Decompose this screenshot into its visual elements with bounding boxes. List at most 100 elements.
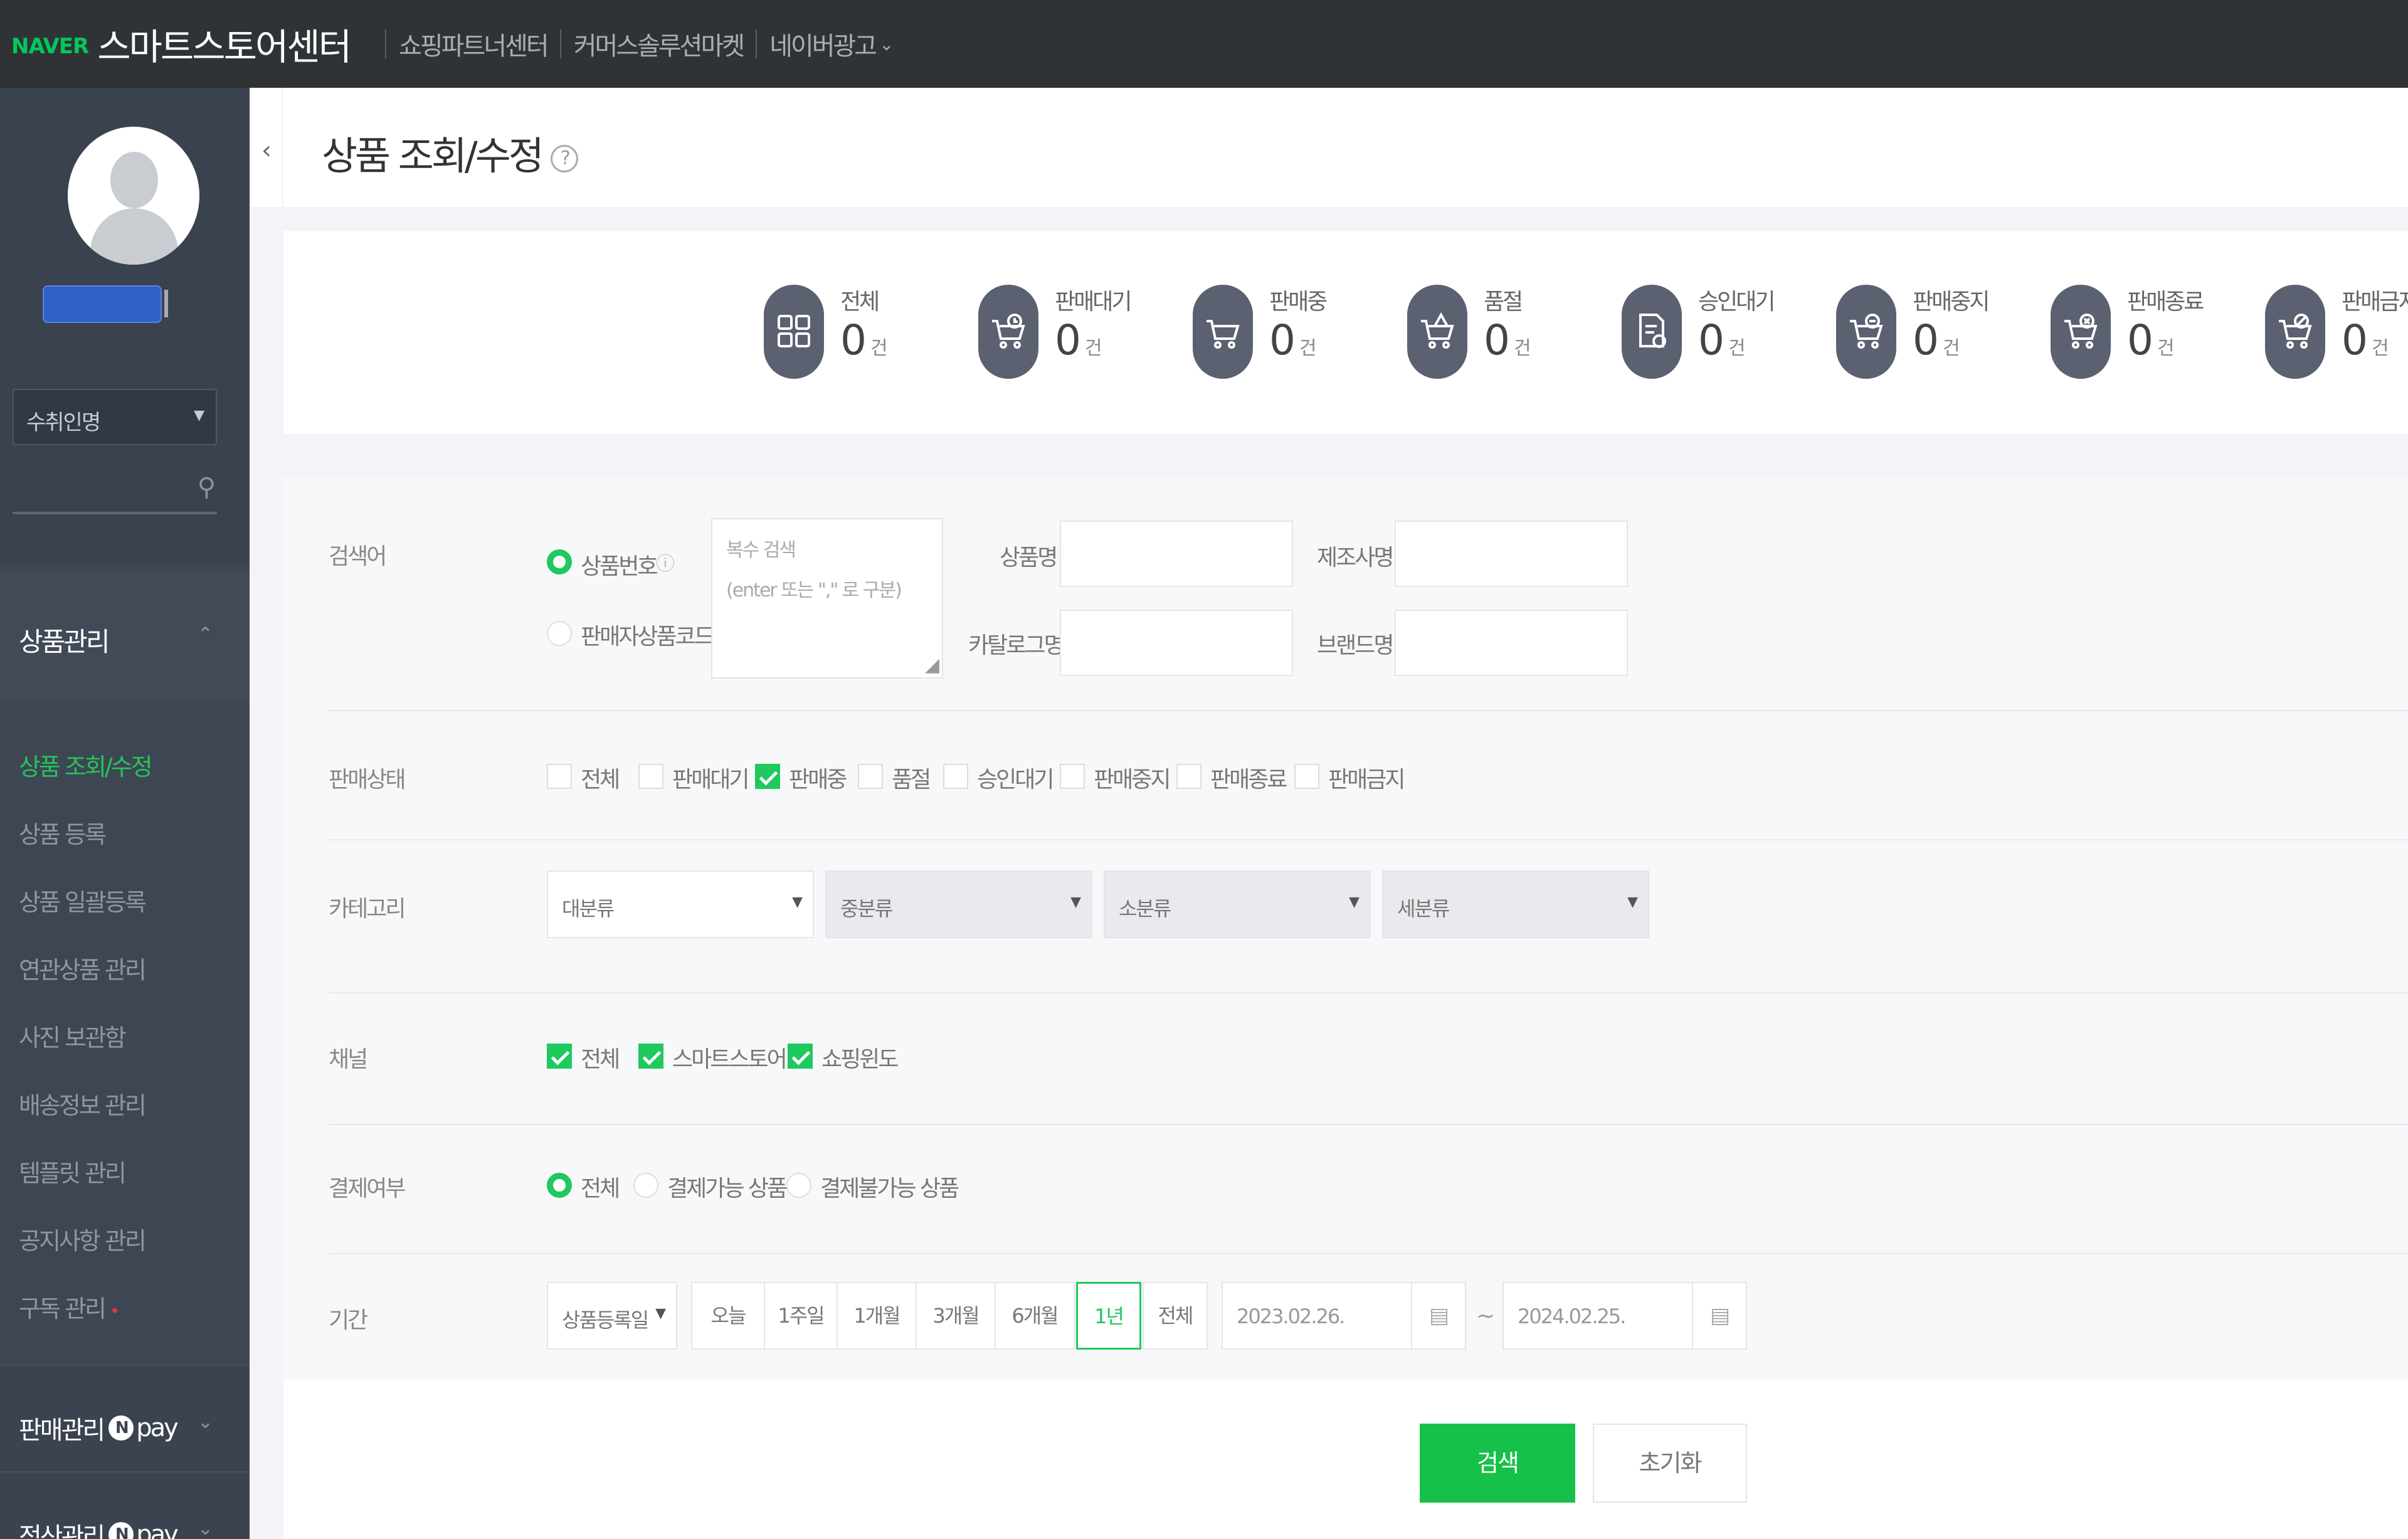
checkbox-label: 품절 [892,767,931,793]
resize-handle-icon[interactable]: ◢ [925,654,939,676]
period-type-select[interactable]: 상품등록일 ▼ [547,1282,677,1350]
help-icon[interactable]: ? [550,144,578,172]
checkbox-channel-shoppingwindow[interactable] [788,1044,813,1069]
sidebar-item-templates[interactable]: 템플릿 관리 [19,1154,127,1188]
store-name-badge[interactable] [43,285,162,323]
cart-x-icon [2051,285,2111,379]
radio-payment-available[interactable] [633,1173,658,1198]
sidebar-search-input[interactable]: ⚲ [13,464,217,514]
status-card-waiting[interactable]: 판매대기 0건 [978,278,1166,379]
product-name-input[interactable] [1060,521,1293,587]
status-card-sold-out[interactable]: 품절 0건 [1407,278,1595,379]
maker-input[interactable] [1395,521,1628,587]
radio-payment-all[interactable] [547,1173,572,1198]
cart-ban-icon [2265,285,2325,379]
search-icon[interactable]: ⚲ [198,473,216,502]
search-button[interactable]: 검색 [1420,1424,1575,1503]
period-button-today[interactable]: 오늘 [691,1282,765,1350]
radio-seller-code[interactable] [547,621,572,646]
menu-section-product[interactable]: 상품관리 ⌃ [0,571,250,702]
nav-link-naver-ads[interactable]: 네이버광고 [769,26,877,62]
period-label: 기간 [329,1308,368,1333]
period-button-1year[interactable]: 1년 [1076,1282,1141,1350]
category-select-large[interactable]: 대분류 ▼ [547,870,814,938]
checkbox-status-on-sale[interactable] [755,764,780,789]
status-card-banned[interactable]: 판매금지 0건 [2265,278,2408,379]
sidebar-item-product-register[interactable]: 상품 등록 [19,815,107,850]
checkbox-status-sold-out[interactable] [858,764,883,789]
sidebar-item-notices[interactable]: 공지사항 관리 [19,1222,147,1256]
textarea-placeholder-hint: (enter 또는 "," 로 구분) [726,579,902,601]
nav-link-commerce-market[interactable]: 커머스솔루션마켓 [574,26,745,62]
chevron-up-icon: ⌃ [197,623,213,645]
status-card-ended[interactable]: 판매종료 0건 [2051,278,2239,379]
catalog-input[interactable] [1060,610,1293,676]
status-card-paused[interactable]: 판매중지 0건 [1836,278,2024,379]
app-title[interactable]: 스마트스토어센터 [97,18,352,70]
status-card-on-sale[interactable]: 판매중 0건 [1193,278,1381,379]
nav-link-shopping-partner[interactable]: 쇼핑파트너센터 [399,26,549,62]
sidebar-item-bulk-register[interactable]: 상품 일괄등록 [19,883,147,918]
naver-logo[interactable]: NAVER [11,34,89,59]
category-select-detail[interactable]: 세분류 ▼ [1382,870,1649,938]
calendar-icon[interactable]: ▤ [1411,1283,1465,1348]
status-card-approval[interactable]: 승인대기 0건 [1622,278,1810,379]
info-icon[interactable]: ⓘ [656,548,675,576]
chevron-down-icon[interactable]: ⌄ [879,34,894,55]
checkbox-channel-smartstore[interactable] [638,1044,663,1069]
count-value: 0 [2127,316,2153,364]
status-card-all[interactable]: 전체 0건 [764,278,952,379]
period-button-all[interactable]: 전체 [1143,1282,1208,1350]
status-label: 판매금지 [2342,289,2408,315]
date-to-input[interactable]: 2024.02.25. ▤ [1502,1282,1747,1350]
checkbox-label: 쇼핑윈도 [821,1047,899,1072]
sidebar-item-shipping-info[interactable]: 배송정보 관리 [19,1086,147,1121]
multi-search-textarea[interactable]: 복수 검색 (enter 또는 "," 로 구분) ◢ [711,518,943,679]
radio-payment-unavailable[interactable] [786,1173,811,1198]
sidebar-item-photo-storage[interactable]: 사진 보관함 [19,1018,127,1053]
category-select-small[interactable]: 소분류 ▼ [1104,870,1371,938]
period-button-1month[interactable]: 1개월 [837,1282,917,1350]
select-value: 소분류 [1119,897,1171,921]
checkbox-status-approval[interactable] [943,764,968,789]
sales-label: 판매관리 [19,1416,105,1445]
checkbox-channel-all[interactable] [547,1044,572,1069]
checkbox-status-waiting[interactable] [638,764,663,789]
period-button-6months[interactable]: 6개월 [995,1282,1075,1350]
menu-section-settlement[interactable]: 정산관리 Npay ⌄ [0,1471,250,1539]
reset-button[interactable]: 초기화 [1593,1424,1747,1503]
cart-pause-icon [1836,285,1896,379]
status-count: 0건 [1913,316,1960,364]
radio-label: 결제가능 상품 [667,1176,788,1202]
date-from-input[interactable]: 2023.02.26. ▤ [1222,1282,1466,1350]
caret-down-icon: ▼ [194,408,204,423]
select-value: 세분류 [1397,897,1450,921]
chevron-down-icon: ⌄ [197,1518,213,1539]
new-badge: • [109,1301,120,1321]
period-button-1week[interactable]: 1주일 [764,1282,838,1350]
checkbox-status-all[interactable] [547,764,572,789]
menu-section-label: 상품관리 [19,627,110,657]
sidebar-item-product-search[interactable]: 상품 조회/수정 [19,748,153,782]
category-select-medium[interactable]: 중분류 ▼ [825,870,1092,938]
radio-product-number[interactable] [547,549,572,574]
brand-input[interactable] [1395,610,1628,676]
checkbox-status-banned[interactable] [1294,764,1319,789]
caret-down-icon: ▼ [792,894,803,910]
count-unit: 건 [2372,337,2389,359]
collapse-sidebar-button[interactable]: ‹ [251,88,282,207]
sidebar-item-related-products[interactable]: 연관상품 관리 [19,951,147,985]
checkbox-label: 판매종료 [1210,767,1287,793]
checkbox-status-paused[interactable] [1060,764,1085,789]
cart-clock-icon [978,285,1038,379]
checkbox-status-ended[interactable] [1176,764,1201,789]
period-button-3months[interactable]: 3개월 [916,1282,996,1350]
avatar[interactable] [68,127,199,265]
calendar-icon[interactable]: ▤ [1692,1283,1746,1348]
count-value: 0 [1913,316,1939,364]
menu-section-sales[interactable]: 판매관리 Npay ⌄ [0,1365,250,1471]
sidebar-item-subscription[interactable]: 구독 관리 • [19,1289,120,1324]
store-select[interactable]: 수취인명 ▼ [13,389,217,445]
divider [329,1253,2408,1254]
brand-label: 브랜드명 [1317,633,1394,658]
